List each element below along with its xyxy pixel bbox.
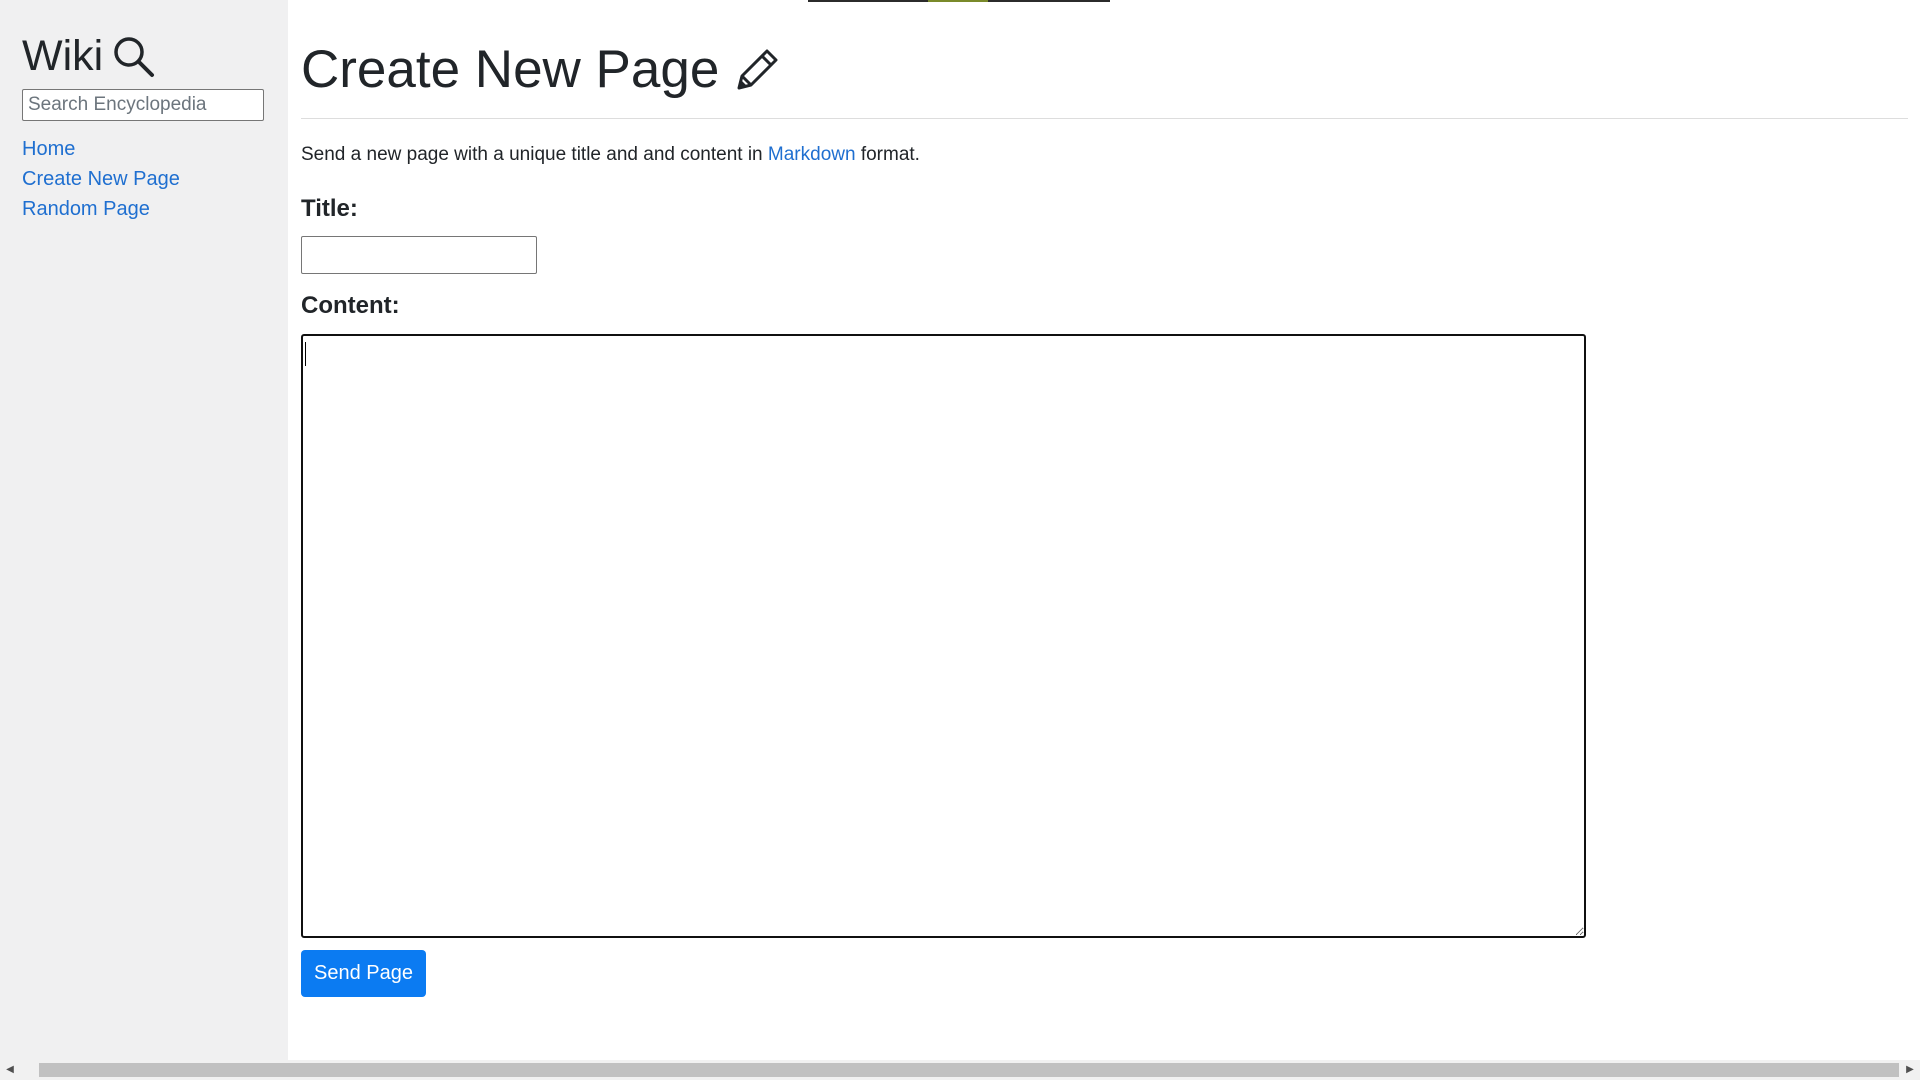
page-header: Create New Page [301, 38, 783, 102]
top-progress-line [808, 0, 1110, 2]
top-progress-segment [928, 0, 988, 2]
nav-link-random-page[interactable]: Random Page [22, 194, 180, 224]
brand-title: Wiki [22, 32, 104, 80]
scroll-right-arrow-icon[interactable]: ▶ [1900, 1060, 1920, 1080]
nav-link-home[interactable]: Home [22, 134, 180, 164]
scrollbar-thumb[interactable] [39, 1063, 1899, 1077]
intro-text-after: format. [855, 144, 920, 165]
text-caret [305, 342, 306, 366]
intro-text-before: Send a new page with a unique title and … [301, 144, 768, 165]
pencil-icon [737, 49, 778, 90]
horizontal-scrollbar[interactable]: ◀ ▶ [0, 1060, 1920, 1080]
scroll-left-arrow-icon[interactable]: ◀ [0, 1060, 20, 1080]
magnifier-icon [114, 37, 155, 77]
content-label: Content: [301, 292, 400, 319]
content-textarea[interactable] [301, 334, 1586, 938]
search-input[interactable] [22, 89, 264, 121]
sidebar: Wiki Home Create New Page Random Page [0, 0, 288, 1080]
title-field[interactable] [301, 236, 537, 274]
title-label: Title: [301, 195, 358, 222]
page-title: Create New Page [301, 40, 720, 99]
header-divider [301, 118, 1908, 119]
sidebar-nav: Home Create New Page Random Page [22, 134, 180, 224]
intro-text: Send a new page with a unique title and … [301, 142, 920, 168]
markdown-link[interactable]: Markdown [768, 144, 856, 165]
send-page-button[interactable]: Send Page [301, 950, 426, 997]
brand: Wiki [22, 30, 155, 82]
nav-link-create-new-page[interactable]: Create New Page [22, 164, 180, 194]
